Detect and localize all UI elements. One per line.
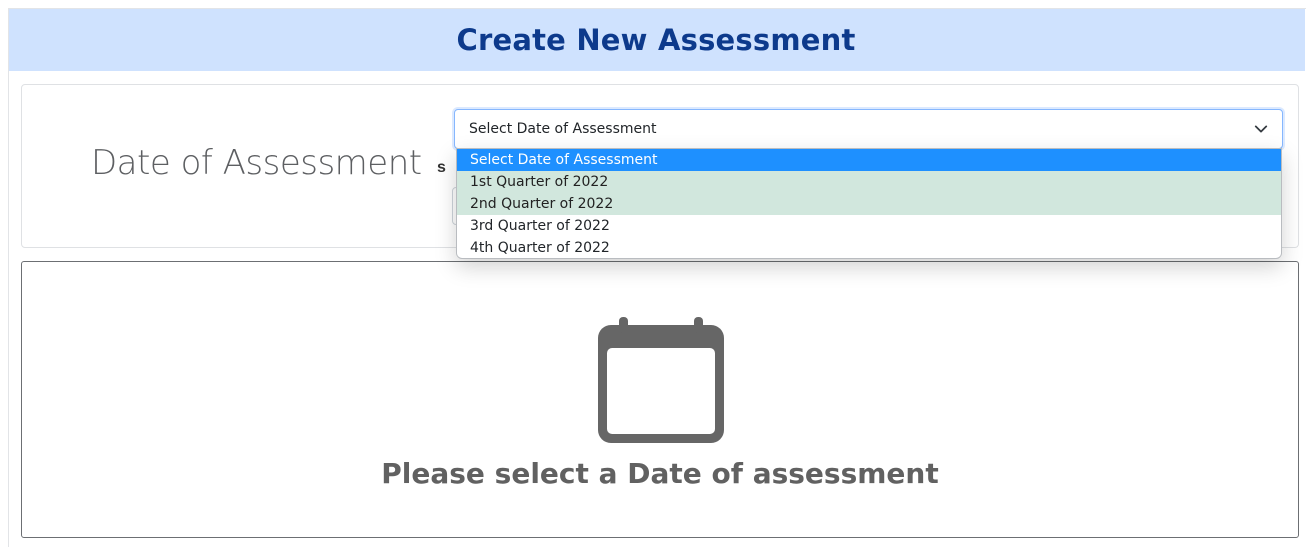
option-q2-2022[interactable]: 2nd Quarter of 2022 bbox=[457, 193, 1281, 215]
date-dropdown-list: Select Date of Assessment 1st Quarter of… bbox=[456, 148, 1282, 259]
empty-state-message: Please select a Date of assessment bbox=[381, 457, 939, 490]
date-of-assessment-select[interactable]: Select Date of Assessment bbox=[454, 109, 1283, 149]
option-q1-2022[interactable]: 1st Quarter of 2022 bbox=[457, 171, 1281, 193]
page-title: Create New Assessment bbox=[456, 23, 856, 57]
option-q3-2022[interactable]: 3rd Quarter of 2022 bbox=[457, 215, 1281, 237]
page-header: Create New Assessment bbox=[9, 9, 1305, 71]
date-of-assessment-label: Date of Assessment bbox=[91, 143, 422, 183]
obscured-field-label: s bbox=[437, 159, 446, 176]
option-select-date[interactable]: Select Date of Assessment bbox=[457, 149, 1281, 171]
chevron-down-icon bbox=[1254, 125, 1268, 133]
select-current-value: Select Date of Assessment bbox=[469, 121, 657, 137]
empty-state-card: Please select a Date of assessment bbox=[21, 261, 1299, 538]
calendar-icon bbox=[598, 317, 724, 443]
option-q4-2022[interactable]: 4th Quarter of 2022 bbox=[457, 237, 1281, 258]
